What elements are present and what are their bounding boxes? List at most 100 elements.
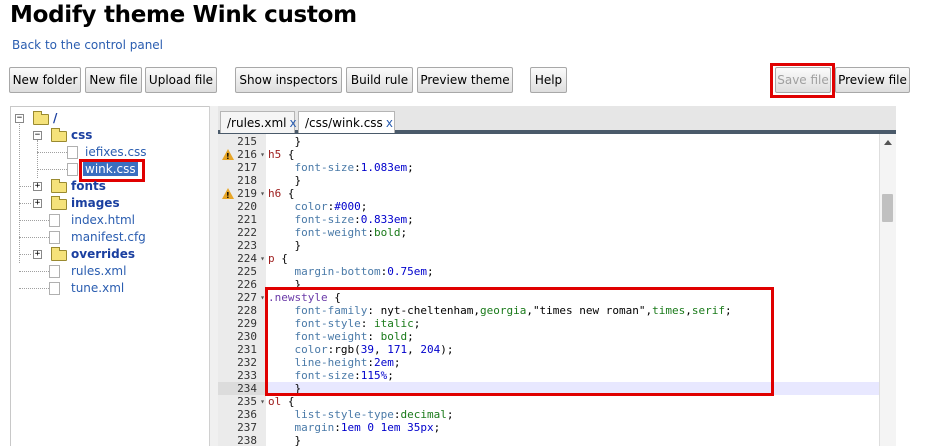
code-token: "times new roman" — [532, 304, 646, 317]
expand-overrides-icon[interactable]: + — [33, 250, 42, 259]
gutter-line: 233 — [218, 369, 266, 382]
gutter-line: 221 — [218, 213, 266, 226]
tree-node-overrides[interactable]: + overrides — [11, 246, 209, 263]
code-token: h6 — [268, 187, 282, 200]
tree-node-css[interactable]: − css — [11, 127, 209, 144]
tree-label-root[interactable]: / — [53, 111, 57, 125]
new-file-button[interactable]: New file — [85, 67, 142, 93]
save-file-button[interactable]: Save file — [775, 67, 831, 93]
code-token: line-height — [294, 356, 368, 369]
scroll-up-icon[interactable] — [884, 140, 892, 145]
code-token: ); — [440, 343, 454, 356]
show-inspectors-button[interactable]: Show inspectors — [235, 67, 342, 93]
code-token: , — [407, 343, 421, 356]
code-token: times — [652, 304, 686, 317]
fold-arrow-icon[interactable]: ▾ — [260, 395, 265, 408]
tree-node-fonts[interactable]: + fonts — [11, 178, 209, 195]
tree-label-overrides[interactable]: overrides — [71, 247, 135, 261]
line-number: 229 — [237, 317, 257, 330]
gutter-line: 234 — [218, 382, 266, 395]
tab-wink-css[interactable]: /css/wink.css x — [298, 111, 395, 133]
close-tab-icon[interactable]: x — [386, 116, 393, 130]
folder-icon — [51, 247, 67, 261]
code-line: margin:1em 0 1em 35px; — [268, 421, 441, 434]
back-to-control-panel-link[interactable]: Back to the control panel — [12, 38, 163, 52]
line-number: 216 — [237, 148, 257, 161]
code-line: ol { — [268, 395, 295, 408]
tab-rules-xml[interactable]: /rules.xml x — [220, 111, 297, 133]
fold-arrow-icon[interactable]: ▾ — [260, 291, 265, 304]
code-token: } — [268, 434, 302, 447]
tree-scrollbar[interactable] — [209, 106, 218, 446]
warning-icon[interactable] — [222, 149, 234, 163]
preview-theme-button[interactable]: Preview theme — [417, 67, 513, 93]
tree-node-manifest[interactable]: manifest.cfg — [11, 229, 209, 246]
collapse-root-icon[interactable]: − — [15, 114, 24, 123]
code-token: } — [268, 278, 302, 291]
tree-node-rules[interactable]: rules.xml — [11, 263, 209, 280]
code-token: font-weight — [294, 330, 368, 343]
code-token: .newstyle — [268, 291, 328, 304]
code-token: 0 — [367, 421, 374, 434]
code-token: rgb( — [334, 343, 361, 356]
line-number: 234 — [237, 382, 257, 395]
help-button[interactable]: Help — [530, 67, 567, 93]
code-area[interactable]: } h5 { font-size:1.083em; } h6 { color:#00… — [266, 134, 896, 447]
collapse-css-icon[interactable]: − — [33, 131, 42, 140]
line-number: 217 — [237, 161, 257, 174]
expand-images-icon[interactable]: + — [33, 199, 42, 208]
line-number: 228 — [237, 304, 257, 317]
tree-node-wink[interactable]: wink.css — [11, 161, 209, 178]
tree-label-manifest[interactable]: manifest.cfg — [71, 230, 146, 244]
tree-label-css[interactable]: css — [71, 128, 92, 142]
code-line: list-style-type:decimal; — [268, 408, 454, 421]
tree-label-index[interactable]: index.html — [71, 213, 135, 227]
file-icon — [49, 282, 60, 295]
fold-arrow-icon[interactable]: ▾ — [260, 187, 265, 200]
close-tab-icon[interactable]: x — [290, 116, 297, 130]
line-number: 230 — [237, 330, 257, 343]
tree-label-rules[interactable]: rules.xml — [71, 264, 126, 278]
tree-label-wink[interactable]: wink.css — [83, 162, 138, 176]
code-line: font-style: italic; — [268, 317, 421, 330]
code-editor[interactable]: /rules.xml x /css/wink.css x 215216▾2172… — [218, 106, 896, 447]
file-icon — [49, 231, 60, 244]
tree-label-iefixes[interactable]: iefixes.css — [85, 145, 147, 159]
tree-label-fonts[interactable]: fonts — [71, 179, 106, 193]
preview-file-button[interactable]: Preview file — [835, 67, 910, 93]
fold-arrow-icon[interactable]: ▾ — [260, 252, 265, 265]
tree-node-iefixes[interactable]: iefixes.css — [11, 144, 209, 161]
code-token: 2em — [373, 356, 394, 369]
gutter-line: 225 — [218, 265, 266, 278]
warning-icon[interactable] — [222, 188, 234, 202]
code-line: } — [268, 239, 301, 252]
tree-node-root[interactable]: − / — [11, 110, 209, 127]
upload-file-button[interactable]: Upload file — [145, 67, 217, 93]
gutter-line: 238 — [218, 434, 266, 447]
build-rule-button[interactable]: Build rule — [346, 67, 413, 93]
tree-node-tune[interactable]: tune.xml — [11, 280, 209, 297]
code-line: font-weight:bold; — [268, 226, 408, 239]
code-line: h5 { — [268, 148, 295, 161]
code-token: : — [367, 356, 374, 369]
file-icon — [67, 146, 78, 159]
fold-arrow-icon[interactable]: ▾ — [260, 148, 265, 161]
code-token: ; — [387, 369, 394, 382]
code-token: : — [360, 317, 374, 330]
expand-fonts-icon[interactable]: + — [33, 182, 42, 191]
scroll-thumb[interactable] — [882, 194, 893, 222]
tree-label-tune[interactable]: tune.xml — [71, 281, 124, 295]
tree-label-images[interactable]: images — [71, 196, 120, 210]
line-number: 233 — [237, 369, 257, 382]
gutter-line: 219▾ — [218, 187, 266, 202]
code-token: ; — [413, 317, 421, 330]
tree-node-images[interactable]: + images — [11, 195, 209, 212]
line-number: 226 — [237, 278, 257, 291]
tree-node-index[interactable]: index.html — [11, 212, 209, 229]
editor-scrollbar[interactable] — [879, 134, 896, 446]
folder-icon — [51, 179, 67, 193]
new-folder-button[interactable]: New folder — [9, 67, 81, 93]
folder-icon — [51, 196, 67, 210]
code-token: : — [367, 304, 381, 317]
